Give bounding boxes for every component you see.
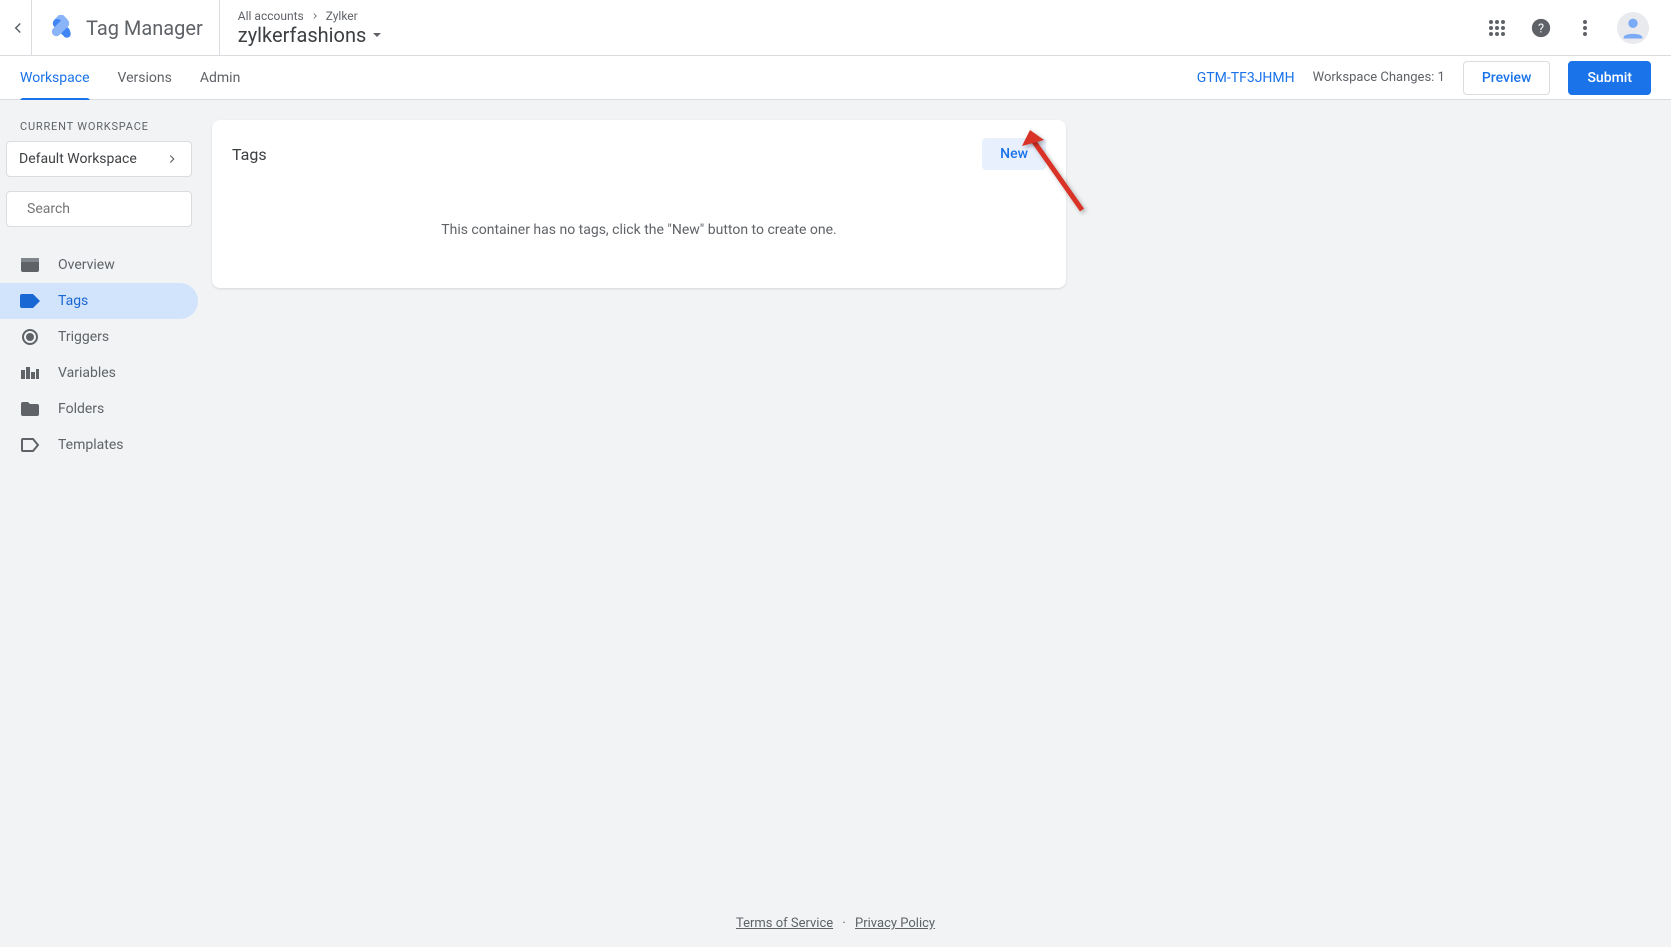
sidebar-item-variables[interactable]: Variables: [0, 355, 198, 391]
template-icon: [20, 435, 40, 455]
search-input[interactable]: [27, 201, 205, 217]
preview-button[interactable]: Preview: [1463, 61, 1551, 95]
help-button[interactable]: ?: [1529, 16, 1553, 40]
submit-button[interactable]: Submit: [1568, 61, 1651, 95]
sub-nav: Workspace Versions Admin GTM-TF3JHMH Wor…: [0, 56, 1671, 100]
search-box[interactable]: [6, 191, 192, 227]
sidebar-item-tags[interactable]: Tags: [0, 283, 198, 319]
subnav-right: GTM-TF3JHMH Workspace Changes: 1 Preview…: [1197, 61, 1651, 95]
header-actions: ?: [1485, 12, 1667, 44]
tag-icon: [20, 291, 40, 311]
container-selector[interactable]: zylkerfashions: [238, 23, 383, 47]
workspace-selector[interactable]: Default Workspace: [6, 141, 192, 177]
sidebar: CURRENT WORKSPACE Default Workspace Over…: [0, 100, 198, 947]
back-button[interactable]: [4, 0, 32, 56]
sidebar-nav: Overview Tags Triggers Variables Folders…: [0, 247, 198, 463]
breadcrumb-account: Zylker: [326, 9, 358, 23]
app-title: Tag Manager: [86, 16, 203, 40]
arrow-left-icon: [9, 19, 27, 37]
person-icon: [1619, 14, 1647, 42]
terms-link[interactable]: Terms of Service: [736, 916, 833, 931]
new-tag-button[interactable]: New: [982, 138, 1046, 170]
overview-icon: [20, 255, 40, 275]
card-title: Tags: [232, 145, 267, 164]
sidebar-item-templates[interactable]: Templates: [0, 427, 198, 463]
more-button[interactable]: [1573, 16, 1597, 40]
sidebar-item-triggers[interactable]: Triggers: [0, 319, 198, 355]
tag-manager-logo-icon: [48, 15, 74, 41]
caret-down-icon: [372, 30, 382, 40]
container-id-link[interactable]: GTM-TF3JHMH: [1197, 70, 1295, 86]
top-header: Tag Manager All accounts Zylker zylkerfa…: [0, 0, 1671, 56]
tags-card: Tags New This container has no tags, cli…: [212, 120, 1066, 288]
chevron-right-icon: [165, 152, 179, 166]
tab-workspace[interactable]: Workspace: [20, 56, 90, 100]
tab-versions[interactable]: Versions: [118, 56, 172, 100]
breadcrumb-block: All accounts Zylker zylkerfashions: [220, 9, 383, 47]
logo-block[interactable]: Tag Manager: [32, 0, 220, 56]
workspace-name: Default Workspace: [19, 151, 137, 167]
more-vert-icon: [1576, 19, 1594, 37]
privacy-link[interactable]: Privacy Policy: [855, 916, 935, 931]
account-avatar[interactable]: [1617, 12, 1649, 44]
main-tabs: Workspace Versions Admin: [20, 56, 240, 100]
sidebar-item-folders[interactable]: Folders: [0, 391, 198, 427]
svg-text:?: ?: [1538, 21, 1544, 36]
apps-button[interactable]: [1485, 16, 1509, 40]
sidebar-section-label: CURRENT WORKSPACE: [6, 120, 192, 133]
empty-state-message: This container has no tags, click the "N…: [232, 222, 1046, 238]
card-header: Tags New: [232, 138, 1046, 170]
workspace-changes: Workspace Changes: 1: [1313, 70, 1445, 85]
breadcrumb[interactable]: All accounts Zylker: [238, 9, 383, 23]
breadcrumb-root: All accounts: [238, 9, 304, 23]
folder-icon: [20, 399, 40, 419]
main-content: Tags New This container has no tags, cli…: [198, 100, 1671, 947]
footer: Terms of Service · Privacy Policy: [0, 916, 1671, 931]
tab-admin[interactable]: Admin: [200, 56, 240, 100]
sidebar-item-overview[interactable]: Overview: [0, 247, 198, 283]
variable-icon: [20, 363, 40, 383]
body: CURRENT WORKSPACE Default Workspace Over…: [0, 100, 1671, 947]
chevron-right-icon: [310, 11, 320, 21]
trigger-icon: [20, 327, 40, 347]
help-icon: ?: [1530, 17, 1552, 39]
apps-grid-icon: [1488, 19, 1506, 37]
container-name: zylkerfashions: [238, 23, 367, 47]
